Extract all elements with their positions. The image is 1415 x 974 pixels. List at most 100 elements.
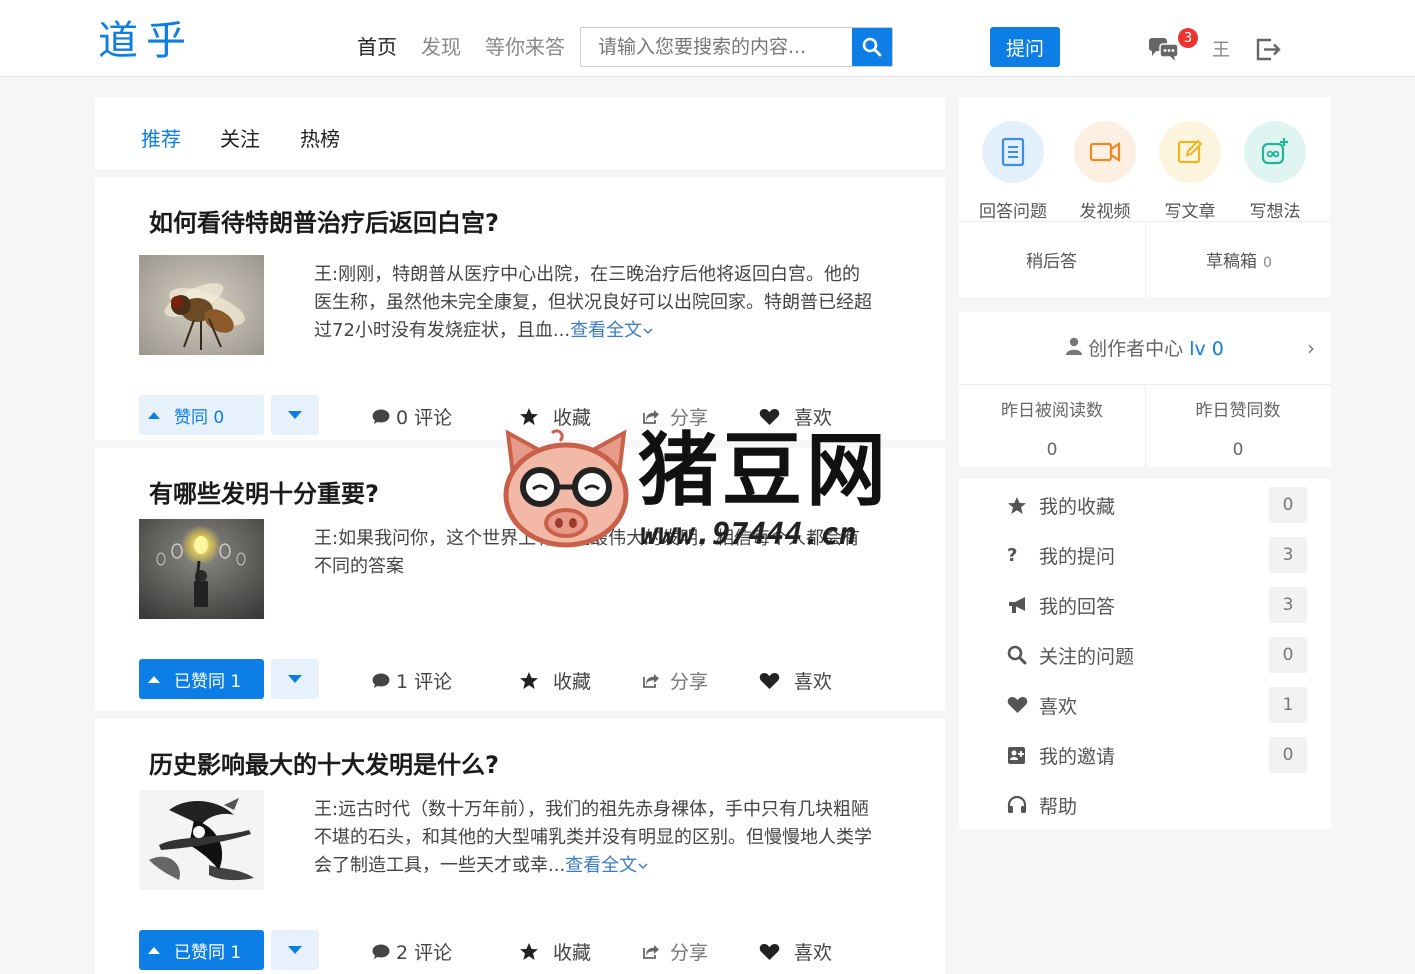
menu-help[interactable]: 帮助 xyxy=(1007,785,1319,825)
creator-center-panel: 创作者中心 lv 0 › 昨日被阅读数 昨日赞同数 0 0 xyxy=(959,312,1331,467)
comments-button[interactable]: 0 评论 xyxy=(372,403,452,430)
share-label: 分享 xyxy=(670,671,709,693)
question-title[interactable]: 有哪些发明十分重要? xyxy=(149,474,379,509)
search-button[interactable] xyxy=(852,28,892,66)
menu-label: 我的收藏 xyxy=(1039,495,1116,518)
pig-mascot-logo xyxy=(503,429,629,548)
write-idea-action[interactable]: 写想法 xyxy=(1237,121,1313,222)
menu-my-invitations[interactable]: 我的邀请 0 xyxy=(1007,735,1319,775)
nav-waiting[interactable]: 等你来答 xyxy=(485,33,565,61)
like-button[interactable]: 喜欢 xyxy=(759,938,832,965)
chevron-down-icon xyxy=(643,328,653,335)
post-video-label: 发视频 xyxy=(1079,202,1131,222)
creator-center-title: 创作者中心 xyxy=(1088,338,1184,360)
upvote-label: 已赞同 1 xyxy=(174,671,242,692)
watermark-name: 猪豆网 xyxy=(638,424,890,517)
favorite-button[interactable]: 收藏 xyxy=(519,667,591,694)
like-button[interactable]: 喜欢 xyxy=(759,667,832,694)
read-more-link[interactable]: 查看全文 xyxy=(565,855,637,876)
question-thumbnail[interactable] xyxy=(139,255,264,355)
menu-count: 3 xyxy=(1269,537,1307,573)
downvote-button[interactable] xyxy=(271,395,319,435)
menu-label: 我的提问 xyxy=(1039,545,1116,568)
yesterday-likes-value: 0 xyxy=(1232,440,1244,460)
invite-icon xyxy=(1007,746,1031,765)
up-triangle-icon xyxy=(148,946,160,954)
question-title[interactable]: 如何看待特朗普治疗后返回白宫? xyxy=(149,203,499,238)
star-icon xyxy=(1007,496,1031,515)
drafts-label: 草稿箱 xyxy=(1206,252,1257,272)
downvote-button[interactable] xyxy=(271,930,319,970)
menu-my-favorites[interactable]: 我的收藏 0 xyxy=(1007,485,1319,525)
watermark-url: www.97444.cn xyxy=(640,517,857,552)
tab-recommend[interactable]: 推荐 xyxy=(141,123,181,152)
comment-icon xyxy=(372,944,390,959)
share-button[interactable]: 分享 xyxy=(642,938,708,965)
comments-button[interactable]: 2 评论 xyxy=(372,938,452,965)
comments-button[interactable]: 1 评论 xyxy=(372,667,452,694)
messages-button[interactable]: 3 xyxy=(1148,28,1198,66)
tab-follow[interactable]: 关注 xyxy=(220,123,260,152)
menu-count: 0 xyxy=(1269,637,1307,673)
menu-label: 帮助 xyxy=(1039,795,1078,818)
question-card: 如何看待特朗普治疗后返回白宫? 王:刚刚，特朗普从医疗中心出院，在三晚治疗后他将… xyxy=(95,177,945,440)
drafts-link[interactable]: 草稿箱 0 xyxy=(1206,247,1272,272)
menu-label: 我的邀请 xyxy=(1039,745,1116,768)
logout-button[interactable] xyxy=(1254,35,1282,67)
share-icon xyxy=(643,410,659,424)
write-idea-label: 写想法 xyxy=(1249,202,1301,222)
menu-count: 0 xyxy=(1269,487,1307,523)
menu-followed-questions[interactable]: 关注的问题 0 xyxy=(1007,635,1319,675)
nav-discover[interactable]: 发现 xyxy=(421,33,461,61)
answer-later-link[interactable]: 稍后答 xyxy=(1026,247,1077,272)
lightbulb-image xyxy=(139,519,264,619)
chevron-right-icon[interactable]: › xyxy=(1307,336,1315,360)
question-thumbnail[interactable] xyxy=(139,790,264,890)
heart-icon xyxy=(759,408,780,425)
search-icon xyxy=(862,37,882,57)
tab-hot[interactable]: 热榜 xyxy=(300,123,340,152)
upvote-button[interactable]: 已赞同 1 xyxy=(139,659,264,699)
menu-likes[interactable]: 喜欢 1 xyxy=(1007,685,1319,725)
question-card: 历史影响最大的十大发明是什么? 王:远古时代（数十万年前），我们的祖先赤身裸体，… xyxy=(95,719,945,974)
user-menu-panel: 我的收藏 0 ? 我的提问 3 我的回答 3 关注的问题 0 喜欢 1 我的邀请… xyxy=(959,479,1331,829)
menu-label: 喜欢 xyxy=(1039,695,1078,718)
write-article-action[interactable]: 写文章 xyxy=(1152,121,1228,222)
question-title[interactable]: 历史影响最大的十大发明是什么? xyxy=(149,745,499,780)
answer-question-action[interactable]: 回答问题 xyxy=(975,121,1051,222)
creator-level: lv 0 xyxy=(1189,338,1224,360)
star-icon xyxy=(520,672,538,689)
question-icon: ? xyxy=(1007,544,1018,566)
logout-icon xyxy=(1256,38,1281,61)
menu-count: 3 xyxy=(1269,587,1307,623)
upvote-button[interactable]: 赞同 0 xyxy=(139,395,264,435)
chat-bubbles-icon xyxy=(1149,38,1179,61)
post-video-action[interactable]: 发视频 xyxy=(1067,121,1143,222)
ask-question-button[interactable]: 提问 xyxy=(990,27,1060,67)
menu-my-answers[interactable]: 我的回答 3 xyxy=(1007,585,1319,625)
main-nav: 首页 发现 等你来答 xyxy=(357,33,565,61)
menu-my-questions[interactable]: ? 我的提问 3 xyxy=(1007,535,1319,575)
creator-center-link[interactable]: 创作者中心 lv 0 xyxy=(959,334,1331,361)
user-name[interactable]: 王 xyxy=(1212,36,1230,62)
heart-icon xyxy=(759,943,780,960)
site-logo[interactable]: 道乎 xyxy=(98,16,194,66)
search-input[interactable] xyxy=(581,28,854,66)
nav-home[interactable]: 首页 xyxy=(357,33,397,61)
menu-count: 0 xyxy=(1269,737,1307,773)
comment-icon xyxy=(372,673,390,688)
down-triangle-icon xyxy=(288,411,302,419)
comments-label: 2 评论 xyxy=(396,942,453,964)
question-thumbnail[interactable] xyxy=(139,519,264,619)
read-more-link[interactable]: 查看全文 xyxy=(570,320,642,341)
search-icon xyxy=(1007,645,1031,665)
like-label: 喜欢 xyxy=(794,671,833,693)
share-label: 分享 xyxy=(670,942,709,964)
menu-label: 关注的问题 xyxy=(1039,645,1135,668)
down-triangle-icon xyxy=(288,946,302,954)
upvote-button[interactable]: 已赞同 1 xyxy=(139,930,264,970)
share-button[interactable]: 分享 xyxy=(642,667,708,694)
favorite-button[interactable]: 收藏 xyxy=(519,938,591,965)
bullhorn-icon xyxy=(1007,596,1031,614)
downvote-button[interactable] xyxy=(271,659,319,699)
